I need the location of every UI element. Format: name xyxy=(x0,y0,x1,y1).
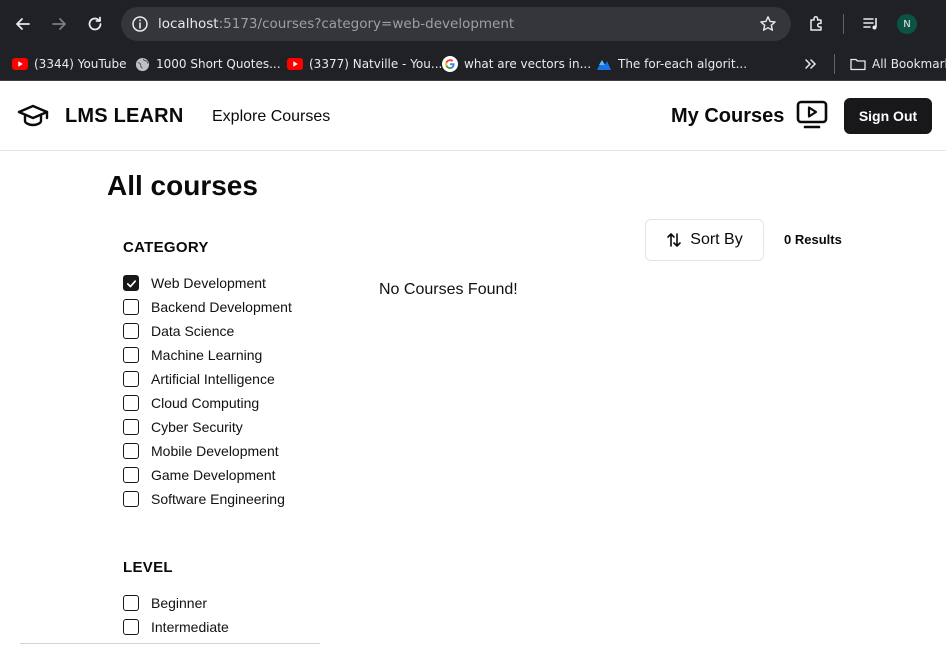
bookmarks-bar: (3344) YouTube 1000 Short Quotes... (337… xyxy=(0,48,946,81)
app-header: LMS LEARN Explore Courses My Courses Sig… xyxy=(0,81,946,151)
graduation-cap-icon[interactable] xyxy=(17,102,49,130)
my-courses-link[interactable]: My Courses xyxy=(671,105,784,128)
toolbar-divider xyxy=(843,14,844,34)
brand-name[interactable]: LMS LEARN xyxy=(65,105,183,128)
category-option[interactable]: Software Engineering xyxy=(123,489,285,509)
bookmark-foreach[interactable]: The for-each algorit... xyxy=(596,53,747,75)
checkbox[interactable] xyxy=(123,419,139,435)
checkbox[interactable] xyxy=(123,491,139,507)
explore-courses-link[interactable]: Explore Courses xyxy=(212,108,330,126)
forward-arrow-icon xyxy=(52,18,66,30)
category-option[interactable]: Artificial Intelligence xyxy=(123,369,275,389)
level-label: Intermediate xyxy=(151,619,229,635)
sort-by-label: Sort By xyxy=(690,231,743,248)
check-icon xyxy=(126,279,136,287)
forward-button[interactable] xyxy=(45,10,73,38)
checkbox[interactable] xyxy=(123,371,139,387)
empty-state-message: No Courses Found! xyxy=(379,281,518,298)
checkbox[interactable] xyxy=(123,619,139,635)
checkbox[interactable] xyxy=(123,323,139,339)
address-bar[interactable]: localhost:5173/courses?category=web-deve… xyxy=(121,7,791,41)
category-option[interactable]: Mobile Development xyxy=(123,441,279,461)
category-label: Machine Learning xyxy=(151,347,263,363)
checkbox[interactable] xyxy=(123,467,139,483)
category-option[interactable]: Data Science xyxy=(123,321,234,341)
double-chevron-icon xyxy=(805,59,817,69)
url-host: localhost xyxy=(158,16,219,32)
category-label: Backend Development xyxy=(151,299,292,315)
category-label: Cloud Computing xyxy=(151,395,260,411)
sign-out-button[interactable]: Sign Out xyxy=(844,98,932,134)
youtube-icon xyxy=(12,56,28,72)
level-option[interactable]: Intermediate xyxy=(123,617,229,637)
category-label: Artificial Intelligence xyxy=(151,371,275,387)
globe-icon xyxy=(134,56,150,72)
results-count: 0 Results xyxy=(784,232,842,247)
checkbox[interactable] xyxy=(123,299,139,315)
bookmark-label: (3377) Natville - You... xyxy=(309,57,443,71)
category-label: Software Engineering xyxy=(151,491,285,507)
bookmark-star-icon[interactable] xyxy=(759,15,777,33)
category-label: Game Development xyxy=(151,467,276,483)
site-icon xyxy=(596,56,612,72)
category-option[interactable]: Game Development xyxy=(123,465,276,485)
checkbox[interactable] xyxy=(123,595,139,611)
reload-button[interactable] xyxy=(81,10,109,38)
checkbox[interactable] xyxy=(123,275,139,291)
checkbox[interactable] xyxy=(123,395,139,411)
checkbox[interactable] xyxy=(123,443,139,459)
browser-toolbar: localhost:5173/courses?category=web-deve… xyxy=(0,0,946,48)
all-bookmarks-button[interactable]: All Bookmarks xyxy=(850,53,946,75)
bookmarks-divider xyxy=(834,54,835,74)
extensions-button[interactable] xyxy=(806,13,828,35)
bookmark-youtube[interactable]: (3344) YouTube xyxy=(12,53,127,75)
category-label: Cyber Security xyxy=(151,419,243,435)
category-label: Data Science xyxy=(151,323,235,339)
site-info-icon[interactable] xyxy=(131,15,149,33)
profile-avatar[interactable]: N xyxy=(897,14,917,34)
puzzle-icon xyxy=(810,15,822,31)
more-bookmarks-button[interactable] xyxy=(803,53,817,75)
bookmark-vectors[interactable]: what are vectors in... xyxy=(442,53,591,75)
category-label: Web Development xyxy=(151,275,266,291)
bookmark-natville[interactable]: (3377) Natville - You... xyxy=(287,53,442,75)
sort-by-button[interactable]: Sort By xyxy=(645,219,764,261)
url-path: :5173/courses?category=web-development xyxy=(218,16,515,32)
media-controls-button[interactable] xyxy=(860,13,882,35)
bookmark-label: 1000 Short Quotes... xyxy=(156,57,281,71)
sort-arrows-icon xyxy=(667,233,682,247)
category-option[interactable]: Web Development xyxy=(123,273,266,293)
all-bookmarks-label: All Bookmarks xyxy=(872,57,946,71)
bookmark-label: what are vectors in... xyxy=(464,57,592,71)
category-heading: CATEGORY xyxy=(123,239,209,256)
google-icon xyxy=(442,56,458,72)
music-queue-icon xyxy=(863,18,877,30)
url-text: localhost:5173/courses?category=web-deve… xyxy=(158,16,514,32)
checkbox[interactable] xyxy=(123,347,139,363)
page-title: All courses xyxy=(107,170,258,201)
tv-play-icon[interactable] xyxy=(796,100,828,130)
youtube-icon xyxy=(287,56,303,72)
bookmark-label: (3344) YouTube xyxy=(34,57,127,71)
category-option[interactable]: Machine Learning xyxy=(123,345,262,365)
category-option[interactable]: Cloud Computing xyxy=(123,393,259,413)
reload-icon xyxy=(88,16,102,31)
folder-icon xyxy=(850,56,866,72)
level-heading: LEVEL xyxy=(123,559,173,576)
bookmark-label: The for-each algorit... xyxy=(618,57,748,71)
level-option[interactable]: Beginner xyxy=(123,593,207,613)
category-option[interactable]: Cyber Security xyxy=(123,417,243,437)
back-button[interactable] xyxy=(9,10,37,38)
bookmark-quotes[interactable]: 1000 Short Quotes... xyxy=(134,53,281,75)
level-label: Beginner xyxy=(151,595,208,611)
back-arrow-icon xyxy=(16,18,30,30)
category-label: Mobile Development xyxy=(151,443,279,459)
category-option[interactable]: Backend Development xyxy=(123,297,292,317)
